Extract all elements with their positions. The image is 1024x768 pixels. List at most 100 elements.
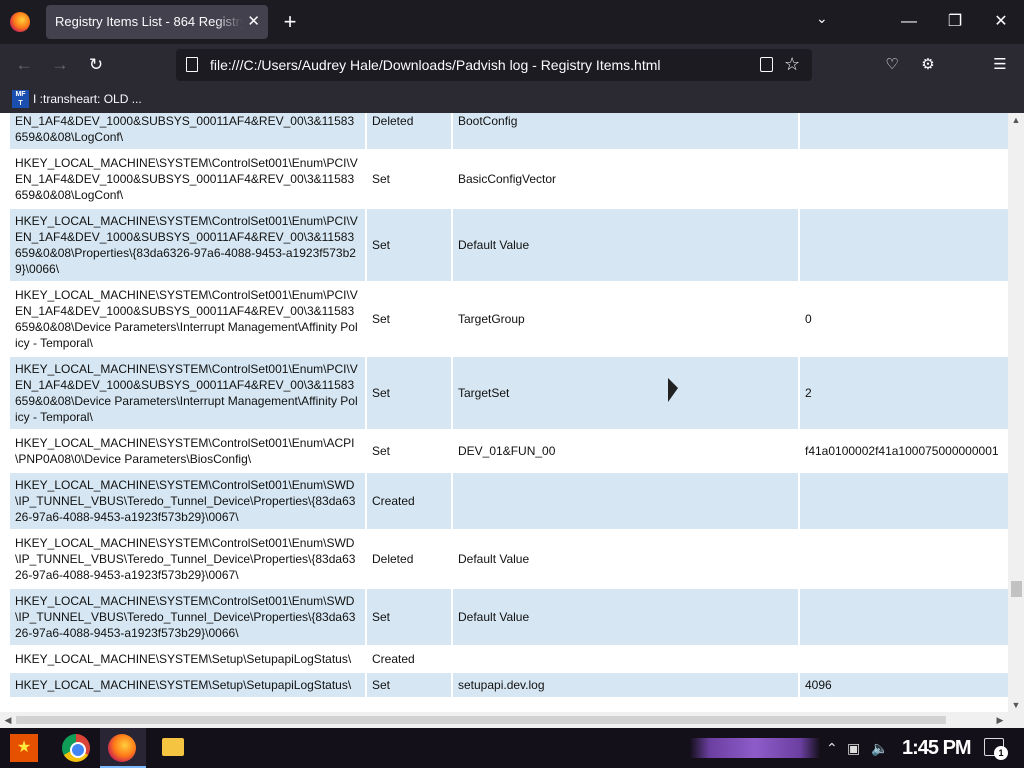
registry-key-cell: HKEY_LOCAL_MACHINE\SYSTEM\ControlSet001\…: [10, 357, 365, 429]
registry-key-cell: HKEY_LOCAL_MACHINE\SYSTEM\ControlSet001\…: [10, 113, 365, 149]
registry-key-cell: HKEY_LOCAL_MACHINE\SYSTEM\ControlSet001\…: [15, 436, 355, 466]
taskbar: ★ ⌃ ▣ 🔈 1:45 PM 1: [0, 728, 1024, 768]
mouse-cursor-icon: [668, 378, 678, 402]
new-tab-button[interactable]: +: [280, 8, 300, 36]
reader-view-icon[interactable]: [760, 57, 773, 72]
start-icon[interactable]: ★: [10, 734, 38, 762]
value-name-cell: BootConfig: [453, 113, 798, 149]
value-name-cell: TargetSet: [453, 357, 798, 429]
bookmark-star-icon[interactable]: ☆: [784, 53, 800, 75]
action-cell: Set: [372, 172, 391, 186]
action-cell: Created: [372, 652, 415, 666]
registry-key-cell: HKEY_LOCAL_MACHINE\SYSTEM\ControlSet001\…: [10, 589, 365, 645]
volume-icon[interactable]: 🔈: [871, 738, 888, 758]
tab-list-chevron-icon[interactable]: ⌄: [816, 10, 828, 27]
registry-key-cell: HKEY_LOCAL_MACHINE\SYSTEM\Setup\Setupapi…: [10, 673, 365, 697]
table-row: HKEY_LOCAL_MACHINE\SYSTEM\ControlSet001\…: [10, 209, 1008, 281]
horizontal-scroll-thumb[interactable]: [16, 716, 946, 724]
value-name-cell: Default Value: [458, 552, 530, 566]
address-bar[interactable]: file:///C:/Users/Audrey Hale/Downloads/P…: [176, 49, 812, 81]
registry-key-cell: HKEY_LOCAL_MACHINE\SYSTEM\ControlSet001\…: [15, 156, 358, 202]
scroll-right-icon[interactable]: ▶: [992, 712, 1008, 728]
action-cell: Set: [367, 673, 451, 697]
scroll-down-icon[interactable]: ▼: [1008, 698, 1024, 712]
value-data-cell: [800, 113, 1008, 149]
restore-icon[interactable]: ❐: [940, 8, 970, 36]
registry-table: HKEY_LOCAL_MACHINE\SYSTEM\ControlSet001\…: [8, 113, 1008, 699]
network-icon[interactable]: ▣: [847, 738, 860, 758]
menu-icon[interactable]: ☰: [989, 54, 1011, 76]
table-row: HKEY_LOCAL_MACHINE\SYSTEM\ControlSet001\…: [10, 357, 1008, 429]
table-row: HKEY_LOCAL_MACHINE\SYSTEM\ControlSet001\…: [10, 431, 1008, 471]
value-data-cell: 4096: [800, 673, 1008, 697]
minimize-icon[interactable]: —: [894, 8, 924, 36]
value-data-cell: 0: [805, 312, 812, 326]
bookmarks-bar: MF T I :transheart: OLD ...: [0, 86, 1024, 113]
tab-title: Registry Items List - 864 Registry Items: [55, 14, 243, 29]
value-name-cell: DEV_01&FUN_00: [458, 444, 556, 458]
value-data-cell: [800, 473, 1008, 529]
registry-key-cell: HKEY_LOCAL_MACHINE\SYSTEM\ControlSet001\…: [10, 209, 365, 281]
table-row: HKEY_LOCAL_MACHINE\SYSTEM\ControlSet001\…: [10, 113, 1008, 149]
registry-key-cell: HKEY_LOCAL_MACHINE\SYSTEM\ControlSet001\…: [10, 473, 365, 529]
firefox-icon[interactable]: [10, 12, 30, 32]
tab-bar: Registry Items List - 864 Registry Items…: [0, 0, 1024, 44]
action-cell: Set: [372, 312, 391, 326]
value-name-cell: Default Value: [453, 589, 798, 645]
tab-close-icon[interactable]: ✕: [247, 5, 260, 39]
scroll-left-icon[interactable]: ◀: [0, 712, 16, 728]
action-cell: Deleted: [367, 113, 451, 149]
taskbar-decoration: [690, 738, 820, 758]
table-row: HKEY_LOCAL_MACHINE\SYSTEM\Setup\Setupapi…: [10, 647, 1008, 671]
action-cell: Deleted: [372, 552, 414, 566]
scroll-up-icon[interactable]: ▲: [1008, 113, 1024, 127]
value-data-cell: [800, 151, 1008, 207]
notification-badge: 1: [994, 746, 1008, 760]
value-name-cell: [453, 473, 798, 529]
value-data-cell: [800, 531, 1008, 587]
url-text[interactable]: file:///C:/Users/Audrey Hale/Downloads/P…: [210, 49, 661, 81]
firefox-taskbar-icon[interactable]: [108, 734, 136, 762]
action-cell: Created: [367, 473, 451, 529]
value-name-cell: BasicConfigVector: [458, 172, 557, 186]
value-data-cell: [800, 209, 1008, 281]
vertical-scroll-thumb[interactable]: [1011, 581, 1022, 597]
bookmark-item[interactable]: I :transheart: OLD ...: [33, 86, 142, 113]
value-name-cell: Default Value: [453, 209, 798, 281]
registry-key-cell: HKEY_LOCAL_MACHINE\SYSTEM\ControlSet001\…: [15, 536, 356, 582]
file-explorer-icon[interactable]: [162, 738, 184, 756]
close-window-icon[interactable]: ✕: [986, 8, 1016, 36]
value-data-cell: f41a0100002f41a100075000000001: [805, 444, 999, 458]
page-content: HKEY_LOCAL_MACHINE\SYSTEM\ControlSet001\…: [0, 113, 1008, 712]
forward-icon[interactable]: →: [47, 53, 73, 77]
tray-chevron-icon[interactable]: ⌃: [826, 738, 838, 758]
table-row: HKEY_LOCAL_MACHINE\SYSTEM\ControlSet001\…: [10, 283, 1008, 355]
table-row: HKEY_LOCAL_MACHINE\SYSTEM\ControlSet001\…: [10, 531, 1008, 587]
registry-key-cell: HKEY_LOCAL_MACHINE\SYSTEM\Setup\Setupapi…: [15, 652, 352, 666]
table-row: HKEY_LOCAL_MACHINE\SYSTEM\ControlSet001\…: [10, 151, 1008, 207]
value-data-cell: [800, 589, 1008, 645]
action-cell: Set: [372, 444, 391, 458]
pocket-icon[interactable]: ♡: [881, 54, 903, 76]
nav-bar: ← → ↻ file:///C:/Users/Audrey Hale/Downl…: [0, 44, 1024, 86]
extensions-icon[interactable]: ⚙: [917, 54, 939, 76]
page-icon: [186, 57, 198, 72]
value-name-cell: TargetGroup: [458, 312, 525, 326]
table-row: HKEY_LOCAL_MACHINE\SYSTEM\ControlSet001\…: [10, 589, 1008, 645]
action-cell: Set: [367, 209, 451, 281]
clock[interactable]: 1:45 PM: [902, 734, 972, 762]
bookmark-favicon-icon: MF T: [12, 90, 29, 108]
registry-key-cell: HKEY_LOCAL_MACHINE\SYSTEM\ControlSet001\…: [15, 288, 358, 350]
tab-registry-items[interactable]: Registry Items List - 864 Registry Items…: [46, 5, 268, 39]
chrome-icon[interactable]: [62, 734, 90, 762]
reload-icon[interactable]: ↻: [83, 53, 109, 77]
action-cell: Set: [367, 357, 451, 429]
action-cell: Set: [367, 589, 451, 645]
value-data-cell: 2: [800, 357, 1008, 429]
vertical-scrollbar[interactable]: ▲ ▼: [1008, 113, 1024, 712]
back-icon[interactable]: ←: [11, 53, 37, 77]
value-name-cell: [453, 647, 798, 671]
table-row: HKEY_LOCAL_MACHINE\SYSTEM\ControlSet001\…: [10, 473, 1008, 529]
value-data-cell: [800, 647, 1008, 671]
horizontal-scrollbar[interactable]: ◀ ▶: [0, 712, 1024, 728]
